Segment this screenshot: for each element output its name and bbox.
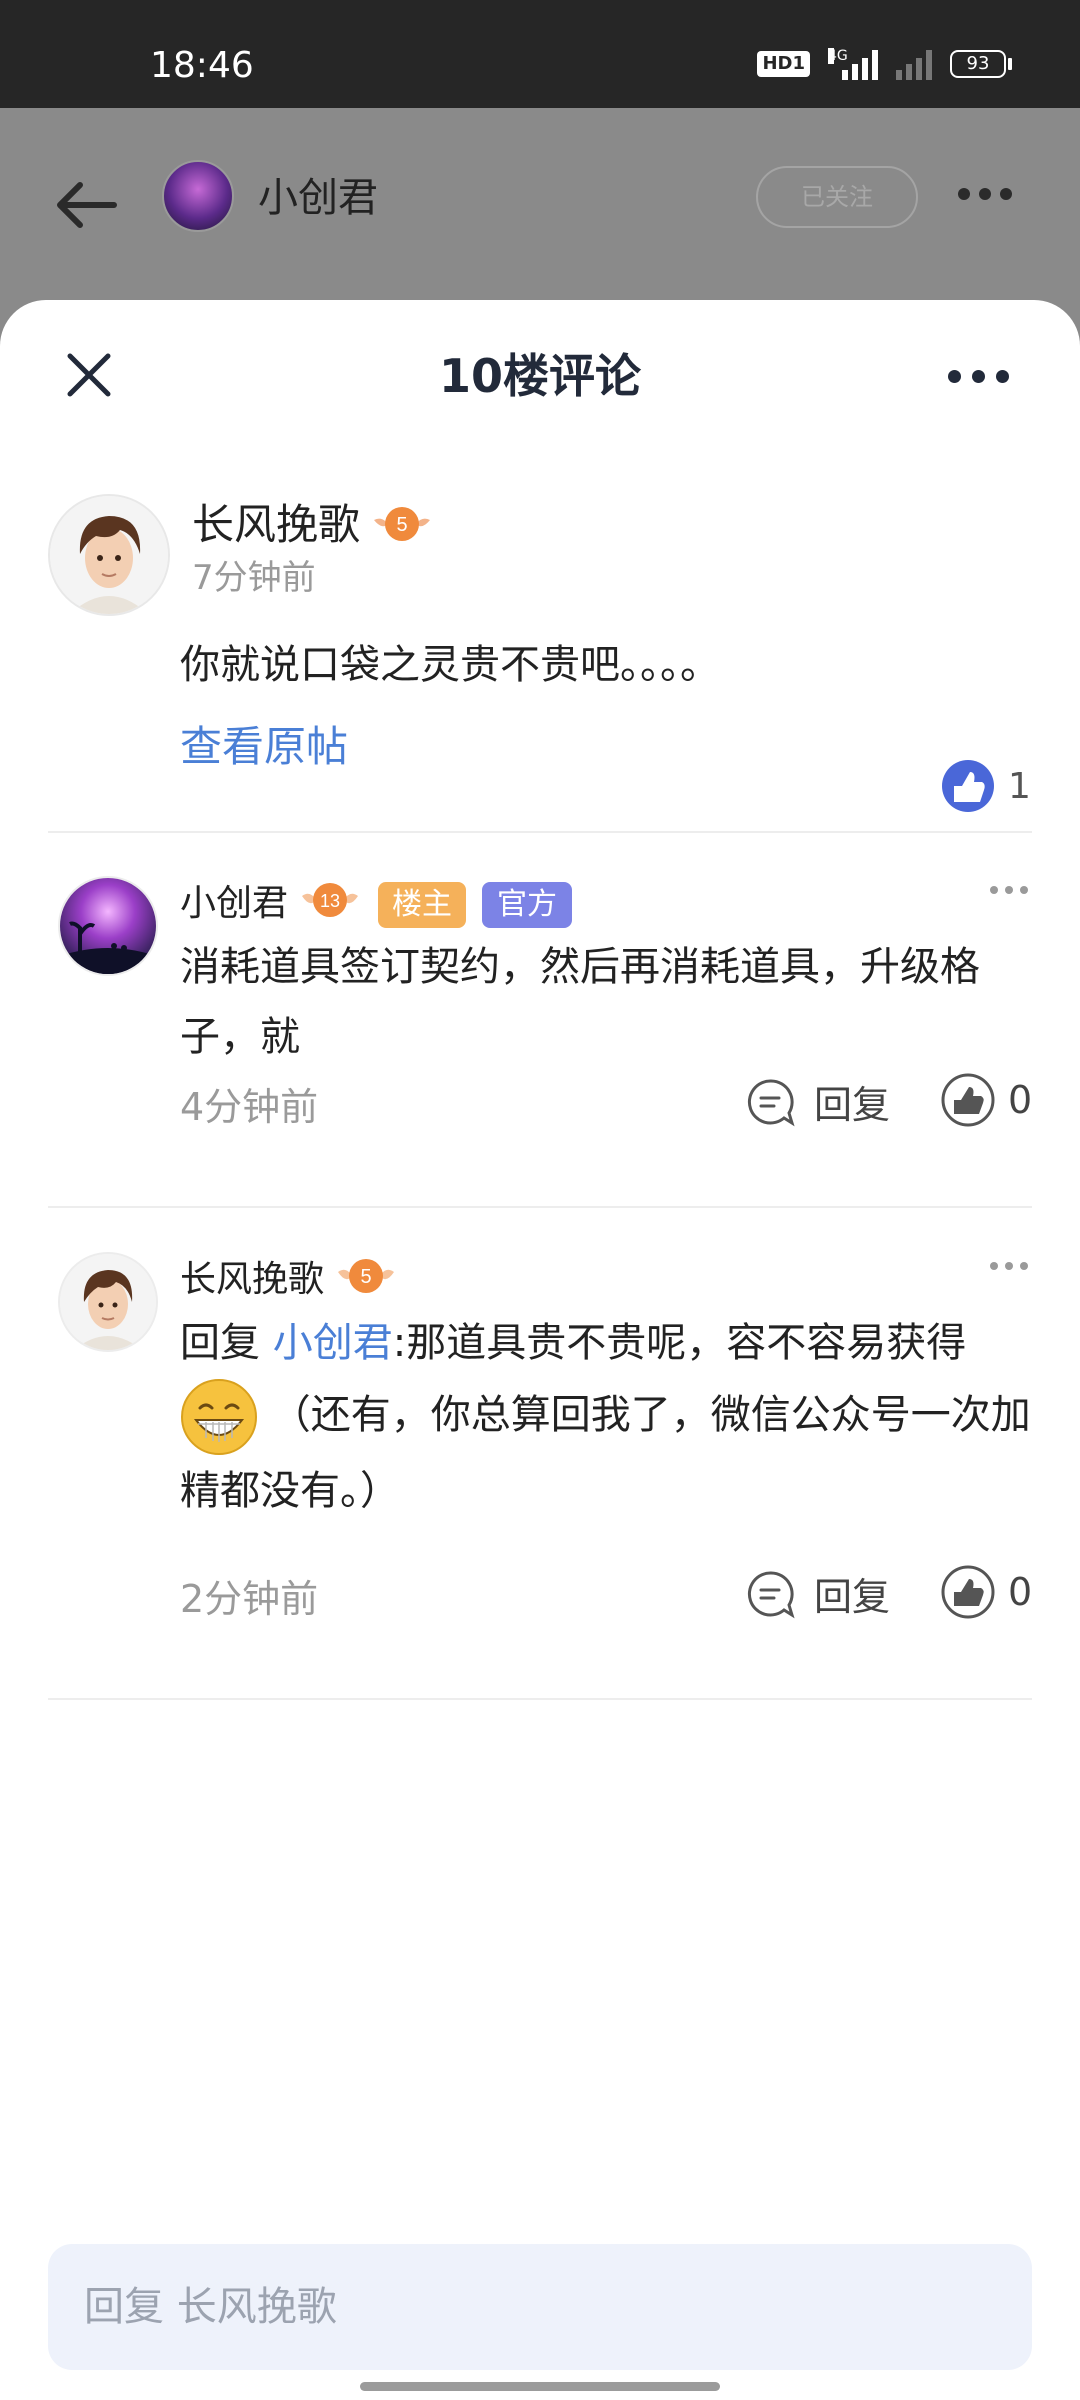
thumbs-up-filled-icon — [942, 760, 994, 812]
reply-time: 4分钟前 — [180, 1085, 319, 1129]
comment-author[interactable]: 长风挽歌 — [192, 498, 360, 552]
comment-bubble-icon — [747, 1570, 795, 1618]
home-indicator[interactable] — [360, 2382, 720, 2391]
comment-bubble-icon — [747, 1078, 795, 1126]
status-time: 18:46 — [150, 45, 254, 86]
grinning-face-icon — [181, 1379, 257, 1455]
like-button[interactable]: 1 — [940, 758, 1031, 814]
signal-secondary-icon — [896, 48, 932, 80]
divider — [48, 1206, 1032, 1208]
official-tag: 官方 — [482, 882, 572, 928]
like-count: 0 — [1008, 1078, 1033, 1122]
battery-icon: 93 — [950, 50, 1012, 78]
night-scene-avatar-icon — [60, 878, 156, 974]
avatar[interactable] — [48, 494, 170, 616]
reply-input[interactable] — [48, 2244, 1032, 2370]
reply-label: 回复 — [814, 1083, 891, 1127]
level-number: 5 — [360, 1266, 371, 1288]
reply-text-line: :那道具贵不贵呢，容不容易获得 — [392, 1320, 967, 1366]
level-badge-icon: 13 — [302, 883, 358, 917]
signal-4g-icon: 4G — [828, 48, 878, 80]
reply-more-icon[interactable] — [990, 1262, 1028, 1270]
reply-author[interactable]: 小创君 — [180, 880, 288, 928]
level-number: 13 — [320, 891, 340, 911]
post-author-name: 小创君 — [258, 175, 378, 221]
view-original-link[interactable]: 查看原帖 — [180, 720, 348, 774]
like-button[interactable]: 0 — [940, 1564, 1032, 1620]
more-options-icon[interactable] — [958, 188, 1012, 200]
back-arrow-icon[interactable] — [52, 170, 122, 240]
character-avatar-icon — [60, 1254, 156, 1350]
author-avatar[interactable] — [162, 160, 234, 232]
reply-button[interactable]: 回复 — [746, 1566, 890, 1621]
reply-prefix: 回复 — [180, 1320, 260, 1366]
status-icons: HD1 4G 93 — [757, 48, 1012, 80]
reply-more-icon[interactable] — [990, 886, 1028, 894]
reply-text: 回复 小创君:那道具贵不贵呢，容不容易获得 （还有，你总算回我了，微信公众号一次… — [180, 1308, 1040, 1526]
sheet-title: 10楼评论 — [438, 349, 641, 403]
network-label: 4G — [828, 48, 848, 64]
reply-time: 2分钟前 — [180, 1577, 319, 1621]
follow-button[interactable]: 已关注 — [756, 166, 918, 228]
avatar[interactable] — [58, 876, 158, 976]
battery-level: 93 — [950, 50, 1006, 78]
character-avatar-icon — [50, 496, 168, 614]
mention-link[interactable]: 小创君 — [273, 1320, 393, 1366]
avatar[interactable] — [58, 1252, 158, 1352]
divider — [48, 1698, 1032, 1700]
level-badge-icon: 5 — [338, 1259, 394, 1293]
reply-author[interactable]: 长风挽歌 — [180, 1256, 324, 1304]
reply-label: 回复 — [814, 1575, 891, 1619]
like-count: 1 — [1008, 765, 1031, 807]
thumbs-up-outline-icon — [941, 1073, 995, 1127]
reply-text-continued: （还有，你总算回我了，微信公众号一次加精都没有。） — [180, 1392, 1031, 1514]
thumbs-up-outline-icon — [941, 1565, 995, 1619]
like-button[interactable]: 0 — [940, 1072, 1032, 1128]
comment-time: 7分钟前 — [192, 558, 316, 598]
comment-text: 你就说口袋之灵贵不贵吧。。。。 — [180, 642, 720, 688]
status-bar: 18:46 HD1 4G 93 — [0, 0, 1080, 108]
sheet-more-icon[interactable] — [948, 370, 1009, 383]
comment-sheet: 10楼评论 长风挽歌 5 7分钟前 你就说口袋之灵贵不贵吧。。。。 查看原帖 1 — [0, 300, 1080, 2400]
level-number: 5 — [396, 514, 407, 536]
owner-tag: 楼主 — [378, 882, 466, 928]
like-count: 0 — [1008, 1570, 1033, 1614]
reply-button[interactable]: 回复 — [746, 1074, 890, 1129]
reply-text: 消耗道具签订契约，然后再消耗道具，升级格子，就 — [180, 944, 980, 1060]
divider — [48, 831, 1032, 833]
level-badge-icon: 5 — [374, 507, 430, 541]
hd-icon: HD1 — [757, 51, 810, 77]
